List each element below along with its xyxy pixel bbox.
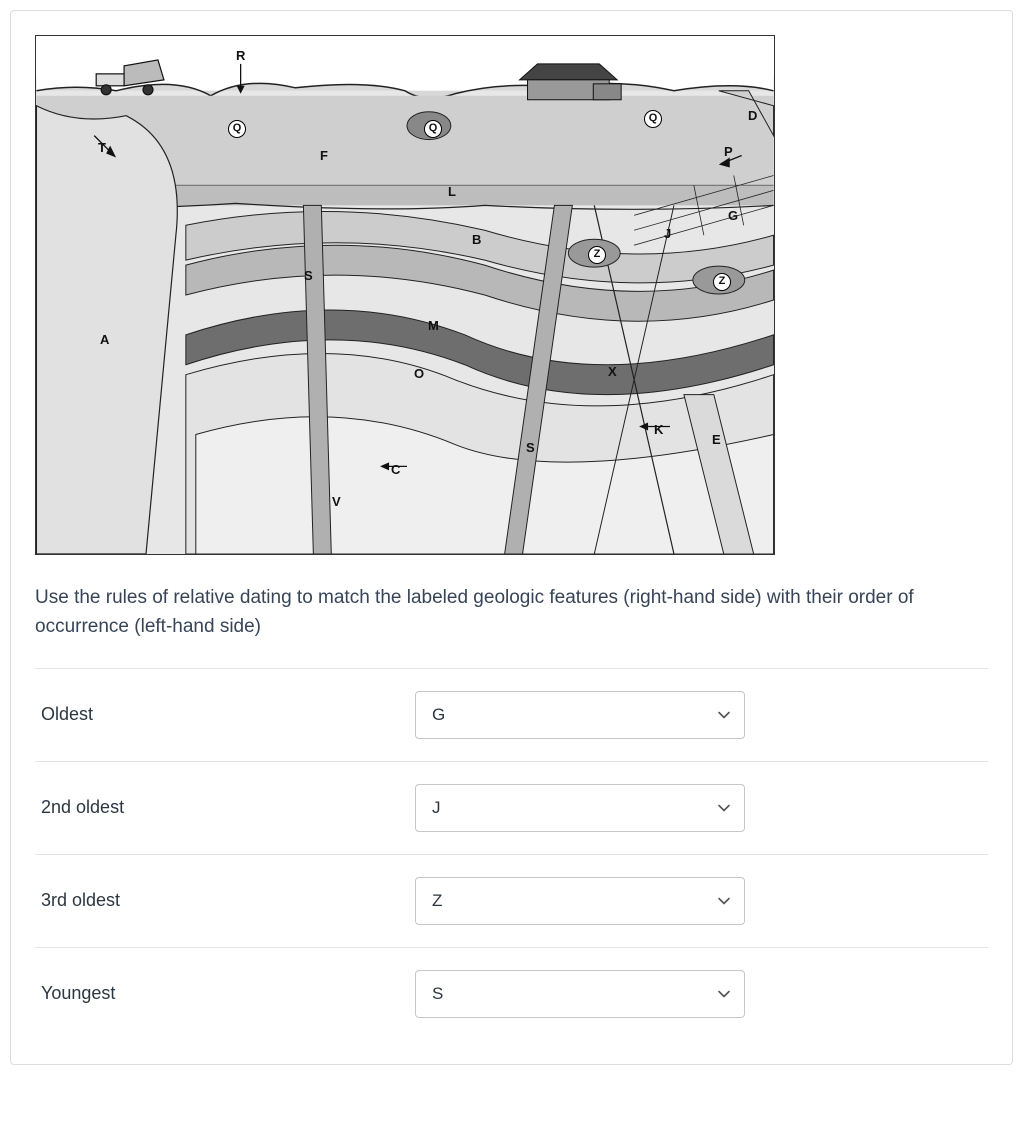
match-row-1: 2nd oldest GJZS bbox=[35, 762, 988, 855]
match-label-3: Youngest bbox=[35, 983, 415, 1004]
match-label-0: Oldest bbox=[35, 704, 415, 725]
diagram-label-B: B bbox=[472, 232, 481, 247]
match-select-1[interactable]: GJZS bbox=[415, 784, 745, 832]
diagram-label-D: D bbox=[748, 108, 757, 123]
diagram-svg bbox=[36, 36, 774, 554]
question-prompt: Use the rules of relative dating to matc… bbox=[35, 583, 988, 642]
match-label-2: 3rd oldest bbox=[35, 890, 415, 911]
diagram-label-Q1: Q bbox=[228, 120, 246, 138]
geologic-diagram: R Q Q Q D T F P L G B J S Z Z A M O X K … bbox=[35, 35, 775, 555]
diagram-label-P: P bbox=[724, 144, 733, 159]
diagram-label-M: M bbox=[428, 318, 439, 333]
diagram-label-X: X bbox=[608, 364, 617, 379]
diagram-label-F: F bbox=[320, 148, 328, 163]
diagram-label-R: R bbox=[236, 48, 245, 63]
match-select-0[interactable]: GJZS bbox=[415, 691, 745, 739]
diagram-label-Z1: Z bbox=[588, 246, 606, 264]
match-row-0: Oldest GJZS bbox=[35, 669, 988, 762]
match-select-2[interactable]: GJZS bbox=[415, 877, 745, 925]
diagram-label-S1: S bbox=[304, 268, 313, 283]
match-row-2: 3rd oldest GJZS bbox=[35, 855, 988, 948]
diagram-label-O: O bbox=[414, 366, 424, 381]
diagram-label-J: J bbox=[664, 226, 671, 241]
diagram-label-K: K bbox=[654, 422, 663, 437]
diagram-label-E: E bbox=[712, 432, 721, 447]
diagram-label-T: T bbox=[98, 140, 106, 155]
diagram-label-Z2: Z bbox=[713, 273, 731, 291]
question-card: R Q Q Q D T F P L G B J S Z Z A M O X K … bbox=[10, 10, 1013, 1065]
matching-table: Oldest GJZS 2nd oldest GJZS 3rd oldest G… bbox=[35, 668, 988, 1040]
diagram-label-A: A bbox=[100, 332, 109, 347]
diagram-label-L: L bbox=[448, 184, 456, 199]
diagram-label-G: G bbox=[728, 208, 738, 223]
diagram-label-S2: S bbox=[526, 440, 535, 455]
diagram-label-Q3: Q bbox=[644, 110, 662, 128]
match-row-3: Youngest GJZS bbox=[35, 948, 988, 1040]
match-select-3[interactable]: GJZS bbox=[415, 970, 745, 1018]
diagram-label-Q2: Q bbox=[424, 120, 442, 138]
match-label-1: 2nd oldest bbox=[35, 797, 415, 818]
diagram-label-V: V bbox=[332, 494, 341, 509]
diagram-label-C: C bbox=[391, 462, 400, 477]
